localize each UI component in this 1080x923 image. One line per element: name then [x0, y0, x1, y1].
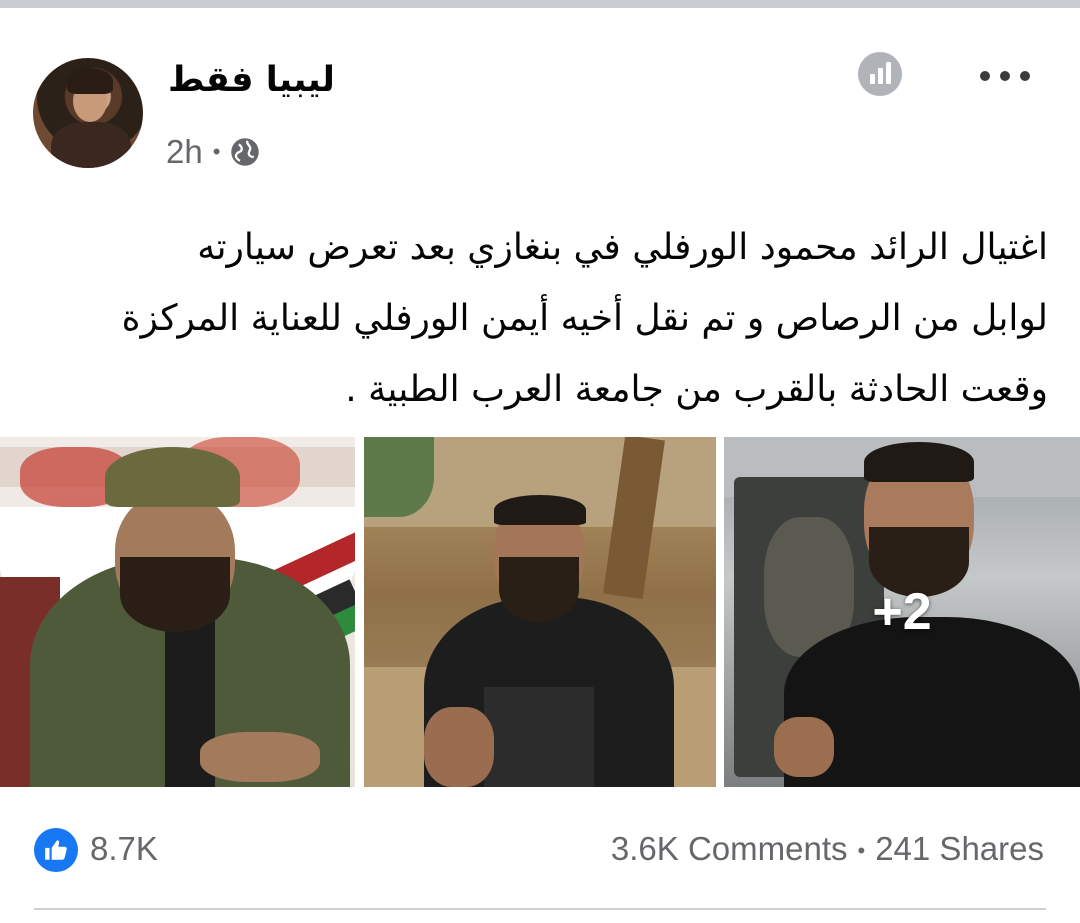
comments-count[interactable]: 3.6K Comments	[611, 830, 848, 867]
more-photos-count: +2	[872, 583, 932, 641]
post-message-line: وقعت الحادثة بالقرب من جامعة العرب الطبي…	[345, 369, 1048, 410]
post-timestamp[interactable]: 2h	[166, 133, 203, 171]
meta-separator: •	[212, 139, 221, 164]
likes-count[interactable]: 8.7K	[90, 830, 158, 868]
thumbs-up-icon	[45, 840, 67, 860]
post-photo-1[interactable]	[0, 437, 355, 787]
feed-divider-top	[0, 0, 1080, 8]
insights-icon[interactable]	[858, 52, 902, 96]
engagement-summary: 3.6K Comments • 241 Shares	[611, 830, 1044, 868]
avatar-figure-body	[51, 122, 131, 168]
page-name-link[interactable]: ليبيا فقط	[168, 60, 335, 100]
post-meta: 2h •	[166, 133, 260, 171]
shares-count[interactable]: 241 Shares	[875, 830, 1044, 867]
actions-divider	[34, 908, 1046, 910]
engagement-separator: •	[857, 838, 866, 864]
post-message-line: اغتيال الرائد محمود الورفلي في بنغازي بع…	[197, 227, 1048, 268]
more-options-icon[interactable]	[980, 56, 1030, 96]
post-photo-3-more[interactable]: +2	[724, 437, 1080, 787]
avatar-figure-hair	[67, 68, 113, 94]
post-message-line: لوابل من الرصاص و تم نقل أخيه أيمن الورف…	[121, 298, 1048, 339]
post-photo-2[interactable]	[364, 437, 716, 787]
post-message: اغتيال الرائد محمود الورفلي في بنغازي بع…	[30, 212, 1048, 425]
like-reaction-icon[interactable]	[34, 828, 78, 872]
page-avatar[interactable]	[33, 58, 143, 168]
globe-icon[interactable]	[230, 137, 260, 167]
